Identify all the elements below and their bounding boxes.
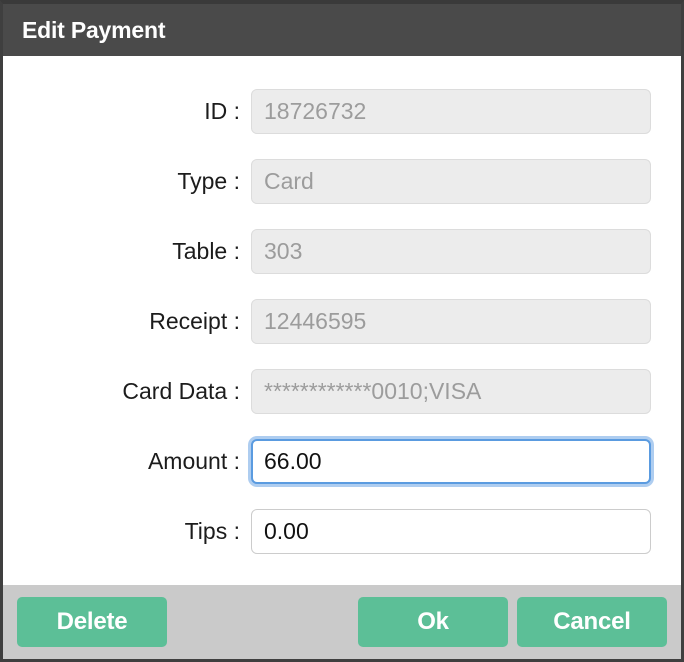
field-label-table: Table : xyxy=(172,237,240,264)
field-row-card-data: Card Data : xyxy=(3,356,681,426)
field-label-receipt: Receipt : xyxy=(149,307,240,334)
ok-button[interactable]: Ok xyxy=(358,597,508,647)
field-label-amount: Amount : xyxy=(147,447,240,474)
dialog-footer: Delete Ok Cancel xyxy=(3,585,681,659)
dialog-titlebar: Edit Payment xyxy=(3,4,681,56)
field-row-id: ID : xyxy=(3,76,681,146)
field-label-tips: Tips : xyxy=(184,517,240,544)
table-input xyxy=(251,228,651,274)
field-row-amount: Amount : xyxy=(3,426,681,496)
field-row-receipt: Receipt : xyxy=(3,286,681,356)
receipt-input xyxy=(251,298,651,344)
field-row-type: Type : xyxy=(3,146,681,216)
card-data-input xyxy=(251,368,651,414)
amount-input[interactable] xyxy=(251,438,651,484)
tips-input[interactable] xyxy=(251,508,651,554)
field-label-type: Type : xyxy=(177,167,240,194)
type-input xyxy=(251,158,651,204)
dialog-title: Edit Payment xyxy=(22,16,166,43)
field-row-table: Table : xyxy=(3,216,681,286)
cancel-button[interactable]: Cancel xyxy=(517,597,667,647)
id-input xyxy=(251,88,651,134)
delete-button[interactable]: Delete xyxy=(17,597,167,647)
field-row-tips: Tips : xyxy=(3,496,681,566)
field-label-card-data: Card Data : xyxy=(122,377,240,404)
field-label-id: ID : xyxy=(204,97,240,124)
payment-form: ID : Type : Table : Receipt : Card Data … xyxy=(3,56,681,585)
edit-payment-dialog: Edit Payment ID : Type : Table : Receipt… xyxy=(0,0,684,662)
